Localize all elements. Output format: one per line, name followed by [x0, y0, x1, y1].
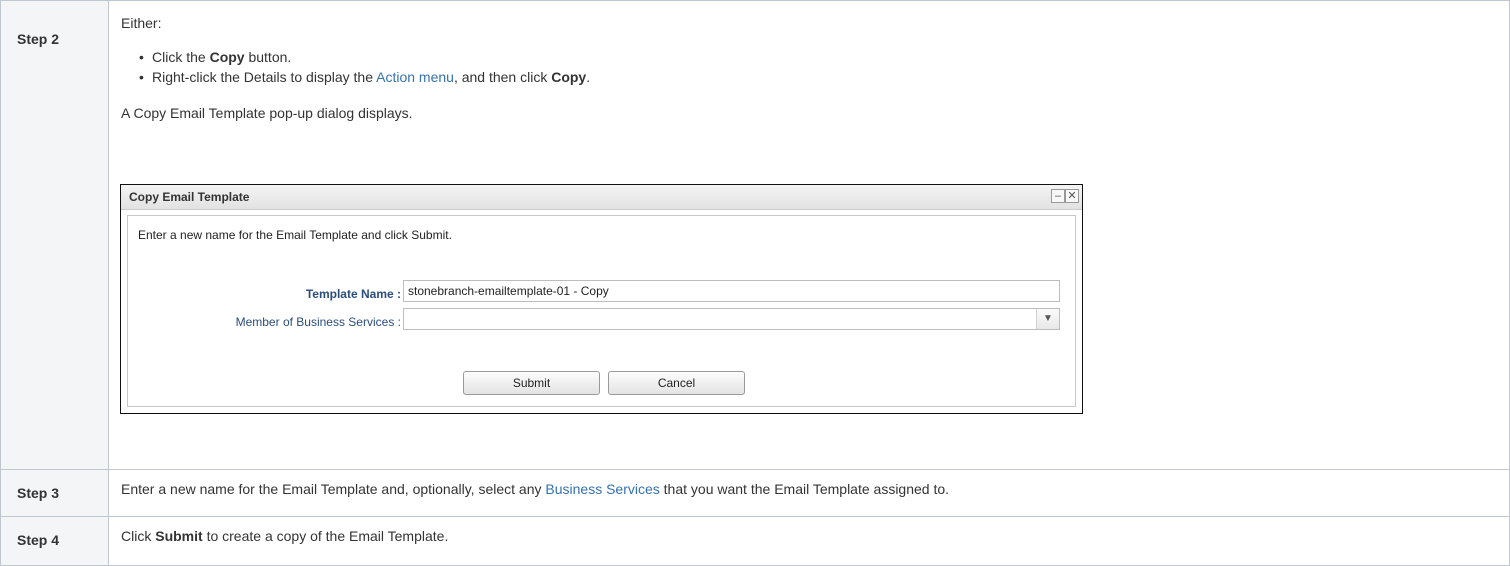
step-label: Step 2	[0, 0, 109, 470]
cancel-button[interactable]: Cancel	[608, 371, 745, 395]
step-row: Step 3 Enter a new name for the Email Te…	[0, 469, 1510, 517]
step-text: Click Submit to create a copy of the Ema…	[121, 526, 1509, 546]
submit-button[interactable]: Submit	[463, 371, 600, 395]
dialog-header: Copy Email Template – ✕	[121, 185, 1082, 210]
copy-email-template-dialog: Copy Email Template – ✕ Enter a new name…	[120, 184, 1083, 414]
chevron-down-icon[interactable]: ▼	[1036, 309, 1059, 329]
bullet-text-mid: , and then click	[453, 69, 552, 85]
dialog-instruction: Enter a new name for the Email Template …	[138, 228, 452, 242]
step-body: Enter a new name for the Email Template …	[108, 469, 1510, 517]
template-name-input[interactable]	[403, 280, 1060, 302]
step-row: Step 4 Click Submit to create a copy of …	[0, 516, 1510, 566]
bullet-text-post: .	[586, 69, 591, 85]
step-body: Click Submit to create a copy of the Ema…	[108, 516, 1510, 566]
list-item: • Right-click the Details to display the…	[139, 67, 1509, 87]
step-text-post: that you want the Email Template assigne…	[659, 481, 950, 497]
step-text-pre: Click	[121, 528, 156, 544]
action-menu-link[interactable]: Action menu	[376, 69, 454, 85]
minimize-icon[interactable]: –	[1051, 189, 1065, 203]
step-text-bold: Submit	[155, 528, 203, 544]
business-services-select[interactable]: ▼	[403, 308, 1060, 330]
step-label: Step 4	[0, 516, 109, 566]
step-intro: Either:	[121, 15, 162, 31]
bullet-text-post: button.	[244, 49, 292, 65]
bullet-text-bold: Copy	[551, 69, 587, 85]
bullet-icon: •	[139, 49, 144, 65]
step-text: Enter a new name for the Email Template …	[121, 479, 1509, 499]
list-item: • Click the Copy button.	[139, 47, 1509, 67]
bullet-icon: •	[139, 69, 144, 85]
business-services-link[interactable]: Business Services	[545, 481, 659, 497]
bullet-text-bold: Copy	[209, 49, 245, 65]
step-text-post: to create a copy of the Email Template.	[202, 528, 449, 544]
step-label: Step 3	[0, 469, 109, 517]
bullet-text-pre: Click the	[152, 49, 210, 65]
step-result: A Copy Email Template pop-up dialog disp…	[121, 105, 413, 121]
business-services-label: Member of Business Services :	[235, 315, 401, 329]
step-text-pre: Enter a new name for the Email Template …	[121, 481, 546, 497]
dialog-title: Copy Email Template	[129, 190, 250, 204]
bullet-text-pre: Right-click the Details to display the	[152, 69, 377, 85]
dialog-body: Enter a new name for the Email Template …	[127, 215, 1076, 407]
template-name-label: Template Name :	[305, 287, 401, 301]
bullet-list: • Click the Copy button. • Right-click t…	[121, 47, 1509, 87]
close-icon[interactable]: ✕	[1065, 189, 1079, 203]
